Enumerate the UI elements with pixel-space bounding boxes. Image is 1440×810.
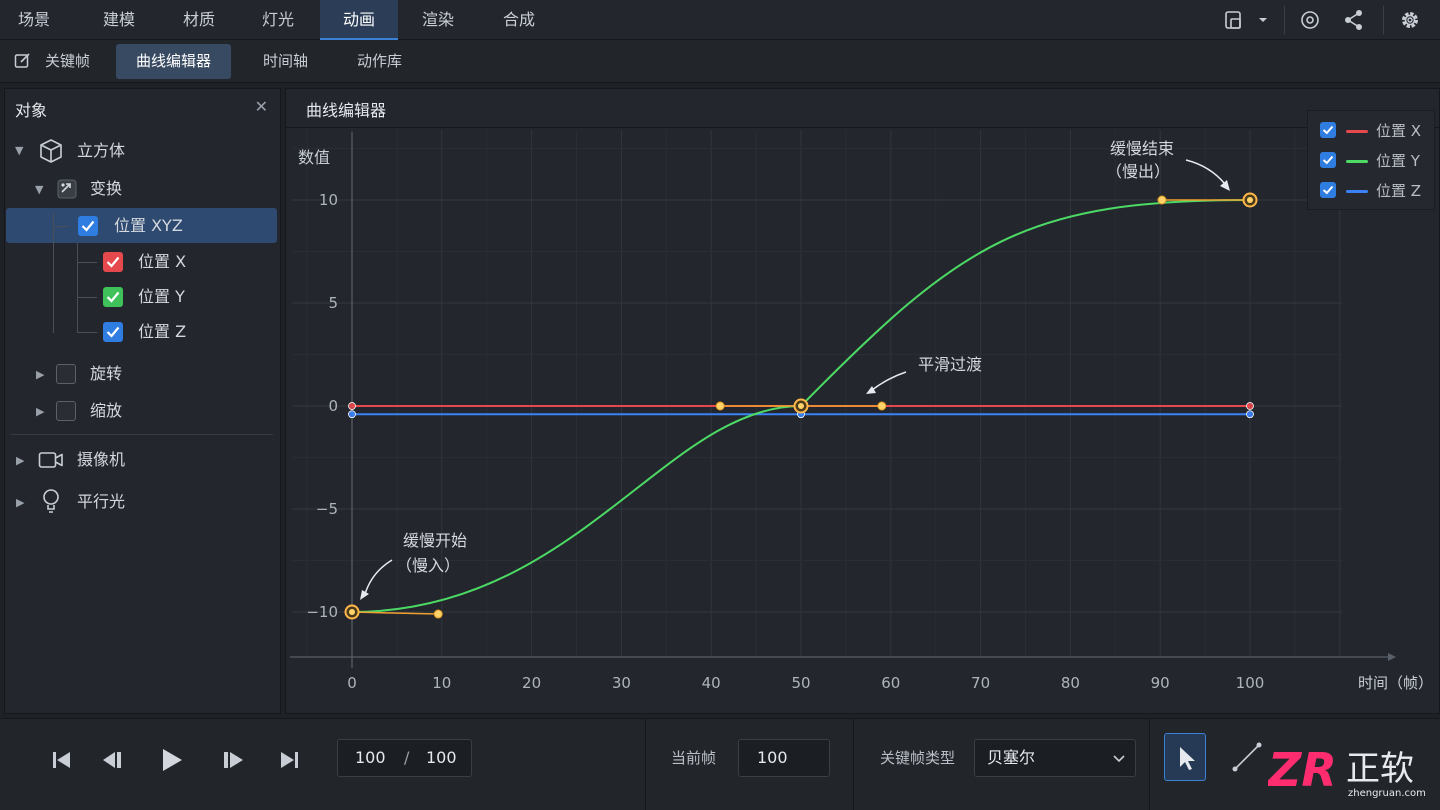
keyframe-point-center: [798, 403, 804, 409]
annotation-arrowhead: [866, 386, 876, 394]
x-tick-label: 90: [1151, 674, 1170, 692]
y-axis-label: 数值: [298, 148, 330, 167]
x-tick-label: 50: [791, 674, 810, 692]
legend-swatch: [1346, 130, 1368, 133]
x-axis-arrow: [1388, 653, 1396, 661]
total-frames-value[interactable]: 100: [426, 740, 457, 776]
keyframe-point: [348, 402, 356, 410]
skip-start-icon[interactable]: [47, 745, 77, 775]
keyframe-point: [348, 410, 356, 419]
watermark-brand: 正软: [1346, 749, 1414, 789]
playback-bar: 100 / 100 当前帧 100 关键帧类型 贝塞尔: [0, 718, 1440, 810]
watermark-site: zhengruan.com: [1348, 788, 1426, 799]
y-tick-label: −5: [316, 500, 338, 518]
skip-end-icon[interactable]: [275, 745, 305, 775]
tangent-handle-point: [433, 609, 443, 619]
annotation-text: 缓慢结束: [1110, 139, 1174, 158]
watermark-zr: ZR: [1268, 743, 1337, 797]
current-frame-section: 当前帧 100: [646, 719, 854, 810]
x-tick-label: 70: [971, 674, 990, 692]
keyframe-type-select[interactable]: 贝塞尔: [974, 739, 1136, 777]
legend-checkbox[interactable]: [1320, 152, 1336, 168]
watermark-logo: ZR 正软 zhengruan.com: [1266, 740, 1438, 800]
step-back-icon[interactable]: [98, 745, 128, 775]
current-frame-value[interactable]: 100: [355, 740, 386, 776]
y-tick-label: 10: [319, 191, 338, 209]
x-tick-label: 30: [612, 674, 631, 692]
tangent-handle-point: [715, 401, 725, 411]
x-tick-label: 20: [522, 674, 541, 692]
legend-label: 位置 X: [1376, 122, 1422, 140]
step-forward-icon[interactable]: [218, 745, 248, 775]
keyframe-point-center: [1247, 197, 1253, 203]
keyframe-type-section: 关键帧类型 贝塞尔: [854, 719, 1150, 810]
x-axis-label: 时间（帧）: [1358, 674, 1433, 692]
play-icon[interactable]: [157, 745, 187, 775]
keyframe-type-label: 关键帧类型: [880, 749, 956, 767]
y-tick-label: 5: [328, 294, 338, 312]
linear-tangent-icon: [1232, 742, 1262, 772]
annotation-text: （慢入）: [396, 556, 460, 575]
legend-swatch: [1346, 190, 1368, 193]
annotation-arrowhead: [360, 590, 369, 600]
legend-label: 位置 Y: [1376, 152, 1420, 170]
chart-legend: 位置 X 位置 Y 位置 Z: [1307, 110, 1435, 210]
x-tick-label: 10: [432, 674, 451, 692]
x-tick-label: 0: [347, 674, 357, 692]
frame-range-box[interactable]: 100 / 100: [337, 739, 472, 777]
legend-checkbox[interactable]: [1320, 182, 1336, 198]
annotation-arrow: [871, 371, 907, 391]
legend-checkbox[interactable]: [1320, 122, 1336, 138]
chevron-down-icon: [1113, 755, 1125, 763]
annotation-arrowhead: [1220, 180, 1230, 191]
annotation-text: 缓慢开始: [403, 531, 467, 550]
select-tool-button[interactable]: [1164, 733, 1206, 781]
y-tick-label: −10: [306, 603, 338, 621]
tangent-handle-point: [1157, 195, 1167, 205]
legend-swatch: [1346, 160, 1368, 163]
cursor-arrow-icon: [1180, 747, 1195, 770]
current-frame-input[interactable]: 100: [738, 739, 830, 777]
x-tick-label: 80: [1061, 674, 1080, 692]
x-tick-label: 40: [702, 674, 721, 692]
transport-section: 100 / 100: [0, 719, 646, 810]
y-tick-label: 0: [328, 397, 338, 415]
x-tick-label: 60: [881, 674, 900, 692]
tangent-handle-point: [877, 401, 887, 411]
current-frame-label: 当前帧: [671, 749, 717, 767]
keyframe-point-center: [349, 609, 355, 615]
keyframe-type-value: 贝塞尔: [987, 748, 1036, 767]
keyframe-point: [1246, 410, 1254, 419]
frame-separator: /: [404, 748, 410, 767]
keyframe-point: [1246, 402, 1254, 410]
x-tick-label: 100: [1236, 674, 1265, 692]
annotation-text: 平滑过渡: [918, 355, 982, 374]
line-tool-button[interactable]: [1226, 733, 1268, 781]
annotation-text: （慢出）: [1106, 162, 1170, 181]
annotation-arrow: [364, 559, 393, 595]
legend-label: 位置 Z: [1376, 182, 1422, 200]
curve-plot[interactable]: 0 10 20 30 40 50 60 70 80 90 1001050−5−10数值时间（帧） 缓…: [0, 0, 1440, 810]
